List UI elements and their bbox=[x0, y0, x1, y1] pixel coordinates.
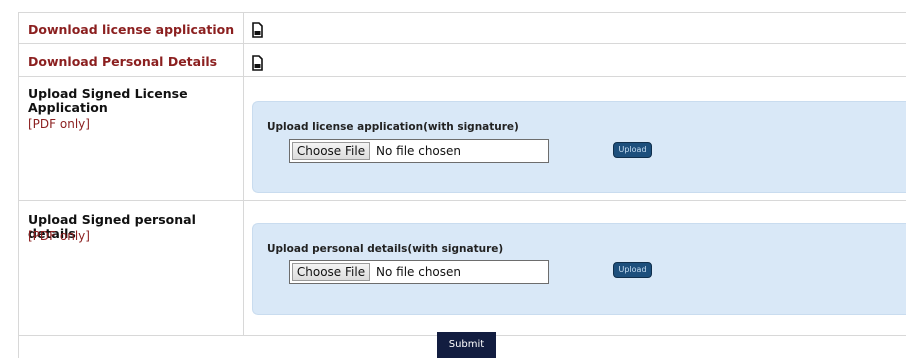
upload-license-label-line1: Upload Signed License bbox=[28, 86, 188, 101]
license-file-input[interactable]: Choose File No file chosen bbox=[289, 139, 549, 163]
row-label-cell: Upload Signed personal details [PDF only… bbox=[19, 201, 244, 335]
row-upload-license: Upload Signed License Application [PDF o… bbox=[19, 77, 906, 201]
document-download-icon[interactable] bbox=[251, 22, 264, 38]
upload-license-button[interactable]: Upload bbox=[613, 142, 652, 158]
upload-personal-panel-title: Upload personal details(with signature) bbox=[267, 243, 504, 255]
file-status-text: No file chosen bbox=[376, 144, 462, 158]
personal-file-input[interactable]: Choose File No file chosen bbox=[289, 260, 549, 284]
upload-documents-table: Download license application Download Pe… bbox=[18, 12, 906, 358]
download-license-link[interactable]: Download license application bbox=[28, 22, 234, 37]
choose-file-button[interactable]: Choose File bbox=[292, 142, 370, 160]
upload-license-panel: Upload license application(with signatur… bbox=[252, 101, 906, 193]
row-upload-personal: Upload Signed personal details [PDF only… bbox=[19, 201, 906, 336]
download-personal-link[interactable]: Download Personal Details bbox=[28, 54, 217, 69]
upload-personal-panel: Upload personal details(with signature) … bbox=[252, 223, 906, 315]
choose-file-button[interactable]: Choose File bbox=[292, 263, 370, 281]
upload-license-label-line2: Application bbox=[28, 100, 108, 115]
row-download-personal: Download Personal Details bbox=[19, 44, 906, 77]
row-label-cell: Upload Signed License Application [PDF o… bbox=[19, 77, 244, 200]
row-label-cell: Download license application bbox=[19, 13, 244, 43]
pdf-only-note: [PDF only] bbox=[28, 117, 90, 131]
upload-personal-button[interactable]: Upload bbox=[613, 262, 652, 278]
upload-license-panel-title: Upload license application(with signatur… bbox=[267, 121, 519, 133]
row-label-cell: Download Personal Details bbox=[19, 44, 244, 76]
document-download-icon[interactable] bbox=[251, 55, 264, 71]
row-download-license: Download license application bbox=[19, 13, 906, 44]
file-status-text: No file chosen bbox=[376, 265, 462, 279]
pdf-only-note: [PDF only] bbox=[28, 229, 90, 243]
submit-button[interactable]: Submit bbox=[437, 332, 496, 358]
